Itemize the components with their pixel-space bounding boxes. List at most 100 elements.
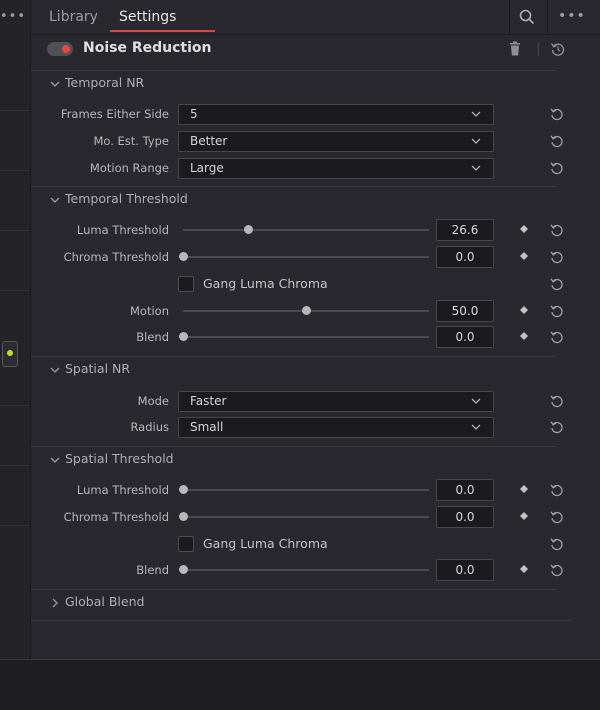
spatial-gang-luma-chroma-checkbox[interactable] (178, 536, 194, 552)
tab-bar: Library Settings ••• (31, 0, 600, 35)
field-label: Luma Threshold (76, 223, 169, 237)
temporal-motion-slider[interactable] (183, 306, 429, 315)
section-label: Spatial NR (65, 361, 131, 376)
chevron-down-icon (471, 138, 481, 144)
field-label: Mode (137, 394, 169, 408)
dropdown-value: Large (190, 161, 224, 175)
slider-thumb[interactable] (179, 485, 188, 494)
field-label: Motion Range (89, 161, 169, 175)
bottom-panel (0, 659, 600, 710)
chevron-down-icon (50, 197, 60, 203)
temporal-motion-input[interactable]: 50.0 (436, 300, 494, 322)
section-spatial-nr[interactable]: Spatial NR (31, 356, 556, 383)
field-label: Blend (136, 330, 169, 344)
dropdown-value: Better (190, 134, 228, 148)
mo-est-type-dropdown[interactable]: Better (178, 131, 494, 152)
section-temporal-nr[interactable]: Temporal NR (31, 70, 556, 97)
divider (0, 290, 30, 291)
section-global-blend[interactable]: Global Blend (31, 589, 556, 616)
section-spatial-threshold[interactable]: Spatial Threshold (31, 446, 556, 473)
effect-title: Noise Reduction (83, 40, 212, 56)
reset-icon[interactable] (549, 562, 565, 578)
reset-icon[interactable] (549, 249, 565, 265)
motion-range-dropdown[interactable]: Large (178, 158, 494, 179)
spatial-chroma-threshold-input[interactable]: 0.0 (436, 506, 494, 528)
reset-icon[interactable] (549, 482, 565, 498)
section-label: Global Blend (65, 594, 145, 609)
divider (538, 42, 539, 56)
reset-icon[interactable] (549, 393, 565, 409)
temporal-chroma-threshold-slider[interactable] (179, 252, 429, 261)
divider (0, 230, 30, 231)
spatial-blend-input[interactable]: 0.0 (436, 559, 494, 581)
temporal-gang-luma-chroma-checkbox[interactable] (178, 276, 194, 292)
field-label: Blend (136, 563, 169, 577)
reset-icon[interactable] (549, 160, 565, 176)
field-label: Chroma Threshold (63, 510, 169, 524)
divider (0, 170, 30, 171)
slider-thumb[interactable] (244, 225, 254, 234)
spatial-luma-threshold-slider[interactable] (179, 485, 429, 494)
tab-library[interactable]: Library (49, 0, 98, 32)
chevron-right-icon (52, 598, 58, 608)
trash-icon[interactable] (508, 41, 522, 57)
slider-thumb[interactable] (179, 332, 188, 341)
effect-enable-toggle[interactable] (47, 42, 73, 56)
spatial-mode-dropdown[interactable]: Faster (178, 391, 494, 412)
temporal-blend-slider[interactable] (179, 332, 429, 341)
more-options-icon[interactable]: ••• (558, 8, 586, 24)
section-label: Spatial Threshold (65, 451, 174, 466)
frames-either-side-row: Frames Either Side 5 (31, 103, 600, 125)
field-label: Frames Either Side (60, 107, 169, 121)
spatial-blend-slider[interactable] (179, 565, 429, 574)
chevron-down-icon (471, 165, 481, 171)
search-icon[interactable] (518, 8, 536, 26)
keyframe-diamond-icon[interactable] (520, 252, 528, 260)
slider-thumb[interactable] (179, 565, 188, 574)
spatial-luma-threshold-input[interactable]: 0.0 (436, 479, 494, 501)
spatial-gang-row: Gang Luma Chroma (31, 533, 600, 555)
chevron-down-icon (50, 367, 60, 373)
reset-icon[interactable] (549, 106, 565, 122)
keyframe-diamond-icon[interactable] (520, 512, 528, 520)
divider (0, 405, 30, 406)
slider-thumb[interactable] (179, 252, 188, 261)
slider-thumb[interactable] (302, 306, 311, 315)
keyframe-diamond-icon[interactable] (520, 225, 528, 233)
temporal-blend-input[interactable]: 0.0 (436, 326, 494, 348)
keyframe-diamond-icon[interactable] (520, 565, 528, 573)
section-temporal-threshold[interactable]: Temporal Threshold (31, 186, 556, 213)
temporal-luma-threshold-input[interactable]: 26.6 (436, 219, 494, 241)
spatial-chroma-threshold-row: Chroma Threshold 0.0 (31, 506, 600, 528)
keyframe-diamond-icon[interactable] (520, 306, 528, 314)
reset-all-icon[interactable] (549, 40, 567, 58)
node-connector[interactable] (2, 341, 18, 367)
spatial-chroma-threshold-slider[interactable] (179, 512, 429, 521)
mo-est-type-row: Mo. Est. Type Better (31, 130, 600, 152)
node-dot-icon (7, 350, 13, 356)
reset-icon[interactable] (549, 303, 565, 319)
temporal-luma-threshold-slider[interactable] (183, 225, 429, 234)
temporal-luma-threshold-row: Luma Threshold 26.6 (31, 219, 600, 241)
spatial-luma-threshold-row: Luma Threshold 0.0 (31, 479, 600, 501)
keyframe-diamond-icon[interactable] (520, 332, 528, 340)
temporal-chroma-threshold-input[interactable]: 0.0 (436, 246, 494, 268)
left-panel-edge: ••• (0, 0, 31, 659)
frames-either-side-dropdown[interactable]: 5 (178, 104, 494, 125)
tab-settings[interactable]: Settings (119, 0, 176, 32)
keyframe-diamond-icon[interactable] (520, 485, 528, 493)
reset-icon[interactable] (549, 536, 565, 552)
temporal-chroma-threshold-row: Chroma Threshold 0.0 (31, 246, 600, 268)
slider-thumb[interactable] (179, 512, 188, 521)
more-options-icon[interactable]: ••• (0, 9, 26, 24)
reset-icon[interactable] (549, 276, 565, 292)
spatial-radius-dropdown[interactable]: Small (178, 417, 494, 438)
reset-icon[interactable] (549, 222, 565, 238)
reset-icon[interactable] (549, 329, 565, 345)
field-label: Chroma Threshold (63, 250, 169, 264)
reset-icon[interactable] (549, 509, 565, 525)
reset-icon[interactable] (549, 419, 565, 435)
reset-icon[interactable] (549, 133, 565, 149)
divider (31, 620, 572, 621)
temporal-blend-row: Blend 0.0 (31, 326, 600, 348)
